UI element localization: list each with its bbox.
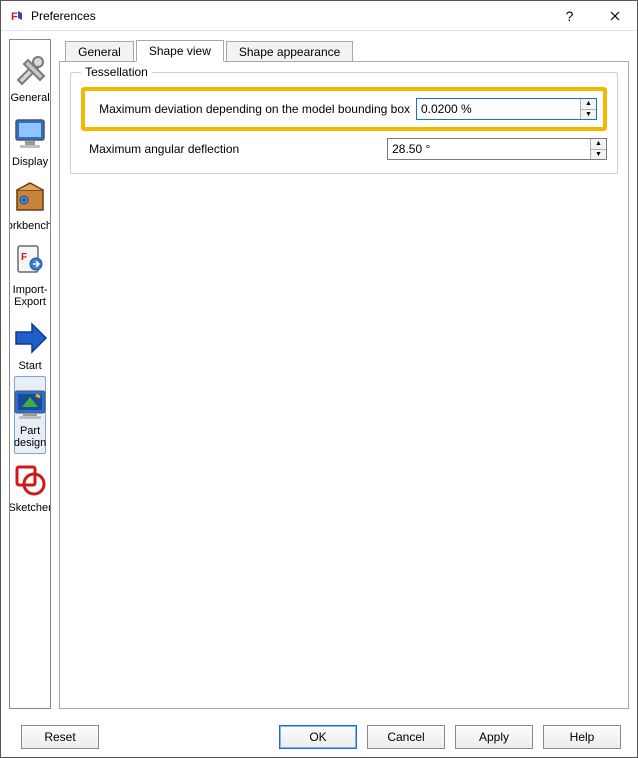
sidebar-item-sketcher[interactable]: Sketcher bbox=[10, 454, 50, 518]
tab-shape-appearance[interactable]: Shape appearance bbox=[226, 41, 353, 62]
dialog-button-row: Reset OK Cancel Apply Help bbox=[1, 717, 637, 757]
max-angular-row: Maximum angular deflection ▲ ▼ bbox=[81, 135, 607, 163]
max-deviation-row: Maximum deviation depending on the model… bbox=[91, 95, 597, 123]
spin-down-icon[interactable]: ▼ bbox=[591, 150, 606, 160]
monitor-icon bbox=[10, 114, 50, 154]
cancel-button[interactable]: Cancel bbox=[367, 725, 445, 749]
apply-button[interactable]: Apply bbox=[455, 725, 533, 749]
sidebar-item-label: Import-Export bbox=[12, 284, 48, 308]
max-angular-spinbox[interactable]: ▲ ▼ bbox=[387, 138, 607, 160]
arrow-right-icon bbox=[10, 318, 50, 358]
ok-button[interactable]: OK bbox=[279, 725, 357, 749]
svg-text:F: F bbox=[11, 11, 18, 23]
sidebar-item-label: Display bbox=[12, 156, 48, 168]
sidebar-item-general[interactable]: General bbox=[10, 44, 50, 108]
close-button[interactable] bbox=[592, 1, 637, 30]
tab-shape-view[interactable]: Shape view bbox=[136, 40, 224, 62]
help-button[interactable]: ? bbox=[547, 1, 592, 30]
sidebar-item-start[interactable]: Start bbox=[10, 312, 50, 376]
content-area: General Display bbox=[1, 31, 637, 717]
main-panel: General Shape view Shape appearance Tess… bbox=[59, 39, 629, 709]
package-icon bbox=[10, 178, 50, 218]
preferences-window: F Preferences ? bbox=[0, 0, 638, 758]
sidebar-item-import-export[interactable]: F Import-Export bbox=[10, 236, 50, 312]
spin-up-icon[interactable]: ▲ bbox=[581, 99, 596, 110]
svg-text:F: F bbox=[21, 252, 27, 263]
sidebar-item-display[interactable]: Display bbox=[10, 108, 50, 172]
max-deviation-input[interactable] bbox=[417, 99, 580, 119]
tab-bar: General Shape view Shape appearance bbox=[65, 39, 629, 61]
titlebar: F Preferences ? bbox=[1, 1, 637, 31]
sidebar-item-workbenches[interactable]: Workbenches bbox=[10, 172, 50, 236]
sidebar-item-label: Part design bbox=[14, 425, 46, 449]
app-icon: F bbox=[9, 8, 25, 24]
import-export-icon: F bbox=[10, 242, 50, 282]
max-angular-label: Maximum angular deflection bbox=[81, 142, 381, 156]
help-button[interactable]: Help bbox=[543, 725, 621, 749]
window-title: Preferences bbox=[31, 9, 547, 23]
tools-icon bbox=[10, 50, 50, 90]
tab-page-shape-view: Tessellation Maximum deviation depending… bbox=[59, 61, 629, 709]
tessellation-group: Tessellation Maximum deviation depending… bbox=[70, 72, 618, 174]
group-legend: Tessellation bbox=[81, 65, 152, 79]
max-deviation-label: Maximum deviation depending on the model… bbox=[91, 102, 410, 116]
max-deviation-spinbox[interactable]: ▲ ▼ bbox=[416, 98, 597, 120]
spin-buttons: ▲ ▼ bbox=[580, 99, 596, 119]
spin-buttons: ▲ ▼ bbox=[590, 139, 606, 159]
sidebar-item-part-design[interactable]: Part design bbox=[14, 376, 46, 454]
sidebar-item-label: Sketcher bbox=[9, 502, 51, 514]
part-design-icon bbox=[10, 383, 50, 423]
reset-button[interactable]: Reset bbox=[21, 725, 99, 749]
sidebar-item-label: Workbenches bbox=[9, 220, 51, 232]
max-angular-input[interactable] bbox=[388, 139, 590, 159]
spin-up-icon[interactable]: ▲ bbox=[591, 139, 606, 150]
sidebar-item-label: General bbox=[11, 92, 50, 104]
tab-general[interactable]: General bbox=[65, 41, 134, 62]
spin-down-icon[interactable]: ▼ bbox=[581, 110, 596, 120]
sketcher-icon bbox=[10, 460, 50, 500]
highlight-annotation: Maximum deviation depending on the model… bbox=[81, 87, 607, 131]
category-sidebar: General Display bbox=[9, 39, 51, 709]
sidebar-item-label: Start bbox=[18, 360, 41, 372]
